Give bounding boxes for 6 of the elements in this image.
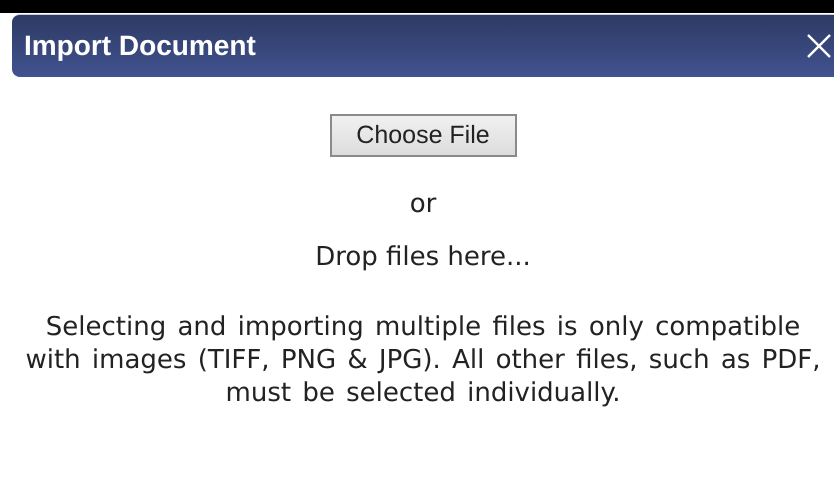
choose-file-button[interactable]: Choose File	[330, 114, 516, 157]
dialog-title: Import Document	[24, 30, 256, 62]
close-icon[interactable]	[806, 33, 832, 59]
or-label: or	[410, 188, 436, 220]
drop-hint: Drop files here...	[315, 241, 531, 273]
compatibility-note: Selecting and importing multiple files is only compatible with images (TIFF, PNG & JPG). All other files, such as PDF, must be selected individually.	[24, 311, 822, 410]
